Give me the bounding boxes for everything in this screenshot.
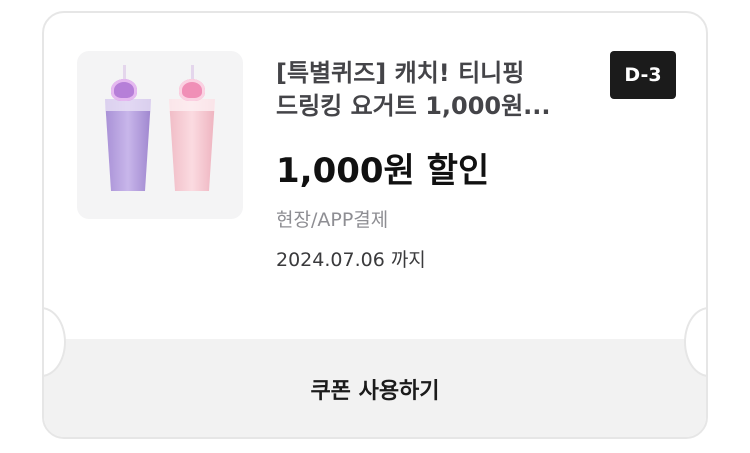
discount-amount: 1,000원 할인 [276, 151, 490, 191]
coupon-card: [특별퀴즈] 캐치! 티니핑 드링킹 요거트 1,000원... D-3 1,0… [42, 11, 708, 439]
pink-drink-cup-icon [169, 99, 215, 191]
payment-method: 현장/APP결제 [276, 209, 389, 231]
expiry-date: 2024.07.06 까지 [276, 249, 426, 271]
product-image [77, 51, 243, 219]
coupon-title: [특별퀴즈] 캐치! 티니핑 드링킹 요거트 1,000원... [276, 57, 576, 123]
heart-topper-icon [111, 79, 137, 101]
use-coupon-button[interactable]: 쿠폰 사용하기 [44, 339, 706, 437]
purple-drink-cup-icon [105, 99, 151, 191]
heart-topper-icon [179, 79, 205, 101]
coupon-title-line1: [특별퀴즈] 캐치! 티니핑 [276, 59, 525, 87]
dday-badge: D-3 [610, 51, 676, 99]
coupon-title-line2: 드링킹 요거트 1,000원... [276, 92, 551, 120]
